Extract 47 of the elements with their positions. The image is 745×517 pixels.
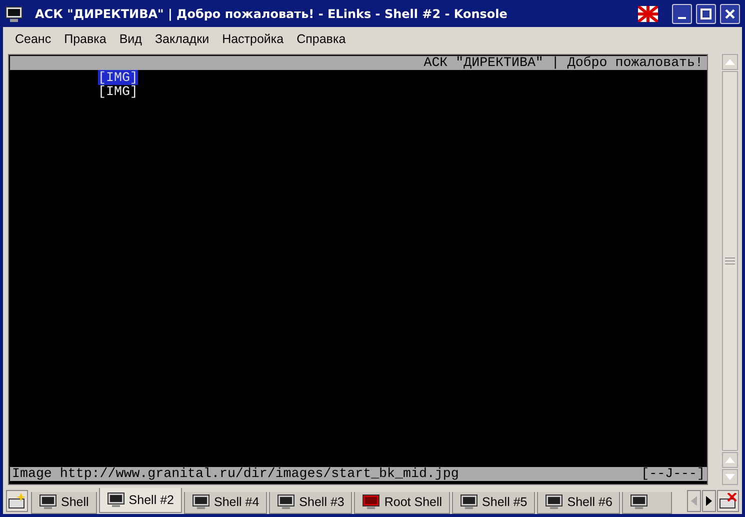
monitor-icon xyxy=(545,494,564,510)
minimize-icon xyxy=(678,16,686,18)
menu-item[interactable]: Закладки xyxy=(148,32,216,46)
root-monitor-icon xyxy=(362,494,380,510)
flag-icon[interactable] xyxy=(638,6,658,22)
session-tab[interactable]: Root Shell xyxy=(354,492,450,514)
session-tab[interactable]: Shell #5 xyxy=(452,492,536,514)
maximize-icon xyxy=(700,8,712,20)
close-session-icon xyxy=(719,492,737,508)
monitor-icon xyxy=(460,494,478,510)
close-session-button[interactable] xyxy=(717,490,739,512)
tab-scroll-right-button[interactable] xyxy=(702,490,716,512)
menu-item[interactable]: Справка xyxy=(290,32,352,46)
monitor-icon xyxy=(192,494,210,510)
menu-item[interactable]: Вид xyxy=(113,32,148,46)
monitor-icon xyxy=(39,494,57,510)
status-indicator: [--J---] xyxy=(641,467,705,481)
session-tab[interactable]: Shell xyxy=(31,492,97,514)
page-title: АСК "ДИРЕКТИВА" | Добро пожаловать! xyxy=(424,55,703,70)
session-tab[interactable]: Shell #3 xyxy=(269,492,352,514)
new-session-icon xyxy=(8,492,26,508)
image-link[interactable]: [IMG] xyxy=(98,70,138,85)
session-tab[interactable]: Shell #2 xyxy=(98,488,182,512)
monitor-icon xyxy=(106,492,125,508)
left-arrow-icon xyxy=(691,496,697,506)
grip-icon xyxy=(725,257,735,265)
up-arrow-icon xyxy=(725,59,735,65)
menu-item[interactable]: Настройка xyxy=(216,32,290,46)
close-button[interactable] xyxy=(720,4,740,24)
up-arrow-icon xyxy=(725,457,735,463)
new-session-button[interactable] xyxy=(6,490,28,512)
down-arrow-icon xyxy=(725,474,735,480)
monitor-icon xyxy=(5,4,23,22)
minimize-button[interactable] xyxy=(672,4,692,24)
session-tab[interactable]: Shell #6 xyxy=(537,492,620,514)
close-icon xyxy=(724,8,736,20)
right-arrow-icon xyxy=(706,496,712,506)
monitor-icon xyxy=(277,494,296,510)
menu-item[interactable]: Правка xyxy=(58,32,112,46)
session-tab[interactable] xyxy=(622,492,672,514)
session-tab[interactable]: Shell #4 xyxy=(184,492,268,514)
menu-item[interactable]: Сеанс xyxy=(9,32,58,46)
image-link[interactable]: [IMG] xyxy=(98,84,138,99)
maximize-button[interactable] xyxy=(696,4,716,24)
status-url: Image http://www.granital.ru/dir/images/start_bk_mid.jpg xyxy=(12,467,459,481)
window-title: АСК "ДИРЕКТИВА" | Добро пожаловать! - ELinks - Shell #2 - Konsole xyxy=(35,6,508,20)
monitor-icon xyxy=(630,494,648,510)
